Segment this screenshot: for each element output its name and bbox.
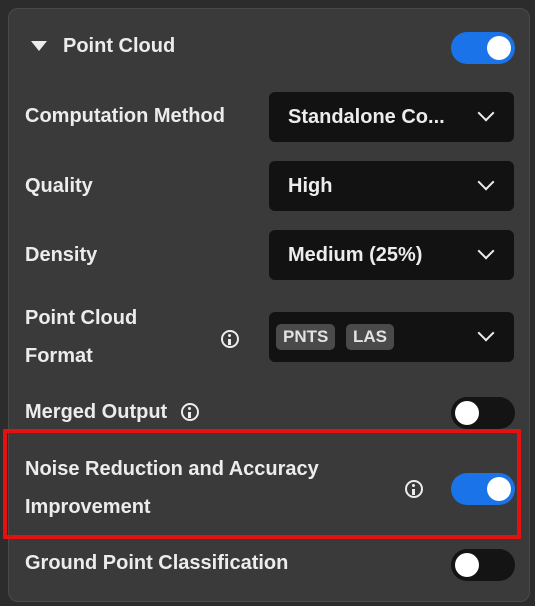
point-cloud-format-label: Point Cloud Format (25, 299, 137, 375)
ground-point-classification-toggle[interactable] (451, 549, 515, 581)
toggle-knob (455, 401, 479, 425)
toggle-knob (487, 36, 511, 60)
format-tag-las: LAS (346, 324, 394, 350)
computation-method-value: Standalone Co... (288, 106, 445, 128)
point-cloud-format-label-line2: Format (25, 345, 93, 367)
toggle-knob (455, 553, 479, 577)
density-label: Density (25, 244, 98, 266)
section-header[interactable]: Point Cloud (9, 25, 529, 71)
quality-label: Quality (25, 175, 93, 197)
info-icon[interactable] (221, 330, 239, 348)
highlight-box (3, 429, 521, 539)
caret-down-icon[interactable] (31, 41, 47, 51)
ground-point-classification-label: Ground Point Classification (25, 552, 289, 574)
density-select[interactable]: Medium (25%) (269, 230, 514, 280)
density-value: Medium (25%) (288, 244, 423, 266)
info-icon[interactable] (181, 403, 199, 421)
computation-method-label: Computation Method (25, 105, 225, 127)
point-cloud-format-label-line1: Point Cloud (25, 307, 138, 329)
point-cloud-toggle[interactable] (451, 32, 515, 64)
merged-output-toggle[interactable] (451, 397, 515, 429)
merged-output-label: Merged Output (25, 401, 168, 423)
chevron-down-icon (477, 242, 495, 260)
format-tag-pnts: PNTS (276, 324, 336, 350)
quality-value: High (288, 175, 333, 197)
section-title: Point Cloud (63, 35, 176, 57)
point-cloud-format-select[interactable]: PNTS LAS (269, 312, 514, 362)
chevron-down-icon (477, 324, 495, 342)
computation-method-select[interactable]: Standalone Co... (269, 92, 514, 142)
quality-select[interactable]: High (269, 161, 514, 211)
chevron-down-icon (477, 104, 495, 122)
chevron-down-icon (477, 173, 495, 191)
